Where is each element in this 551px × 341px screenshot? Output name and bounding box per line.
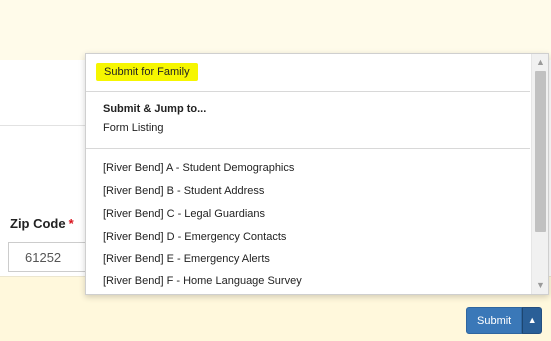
form-option-c[interactable]: [River Bend] C - Legal Guardians <box>103 208 265 220</box>
caret-up-icon: ▲ <box>527 315 537 325</box>
zip-code-label-text: Zip Code <box>10 216 66 231</box>
submit-button[interactable]: Submit <box>466 307 523 334</box>
menu-divider <box>86 148 530 149</box>
required-marker: * <box>68 216 74 231</box>
submit-options-toggle[interactable]: ▲ <box>522 307 543 334</box>
menu-divider <box>86 91 530 92</box>
zip-code-input[interactable] <box>8 242 94 272</box>
submit-and-jump-header: Submit & Jump to... <box>103 103 207 115</box>
scroll-thumb[interactable] <box>535 71 546 232</box>
form-option-b[interactable]: [River Bend] B - Student Address <box>103 185 264 197</box>
scroll-down-icon[interactable]: ▼ <box>532 277 548 294</box>
form-option-e[interactable]: [River Bend] E - Emergency Alerts <box>103 253 270 265</box>
zip-code-label: Zip Code * <box>10 216 74 231</box>
menu-scrollbar[interactable]: ▲ ▼ <box>531 54 548 294</box>
form-option-f[interactable]: [River Bend] F - Home Language Survey <box>103 275 302 287</box>
form-option-a[interactable]: [River Bend] A - Student Demographics <box>103 162 294 174</box>
submit-options-menu: Submit for Family Submit & Jump to... Fo… <box>85 53 549 295</box>
submit-button-group: Submit ▲ <box>466 307 543 334</box>
form-listing-option[interactable]: Form Listing <box>103 122 164 134</box>
form-panel-top <box>0 0 551 60</box>
submit-for-family-option[interactable]: Submit for Family <box>96 63 198 81</box>
scroll-up-icon[interactable]: ▲ <box>532 54 548 71</box>
form-option-d[interactable]: [River Bend] D - Emergency Contacts <box>103 231 286 243</box>
section-divider <box>0 125 90 126</box>
